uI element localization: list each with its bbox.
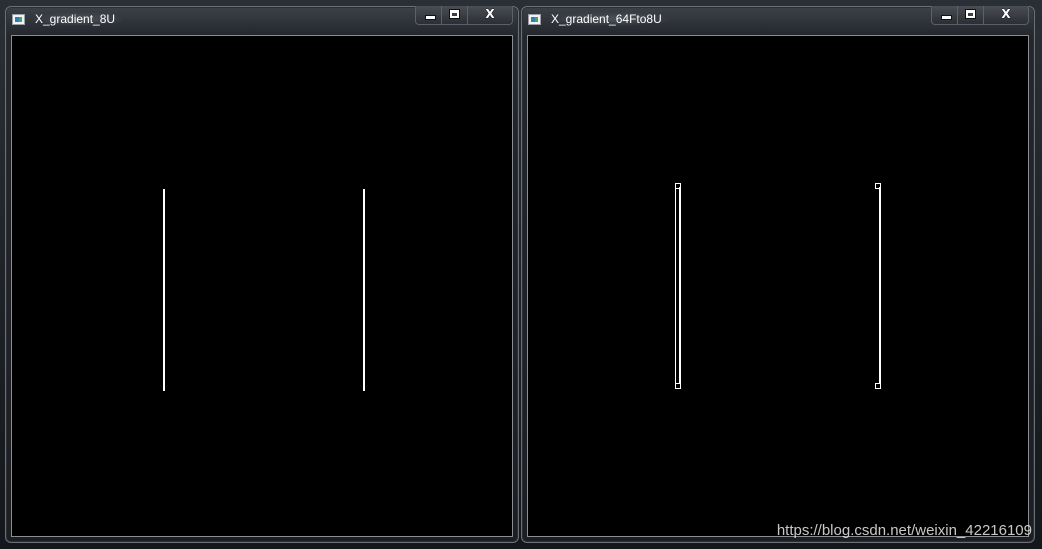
gradient-edge-line	[675, 187, 676, 387]
watermark-text: https://blog.csdn.net/weixin_42216109	[776, 522, 1032, 539]
maximize-icon	[449, 9, 460, 19]
image-window-icon[interactable]	[12, 14, 25, 25]
maximize-button[interactable]	[442, 6, 468, 24]
image-area	[13, 37, 511, 535]
close-icon: X	[1001, 7, 1011, 21]
maximize-icon	[965, 9, 976, 19]
edge-endpoint-marker	[675, 383, 681, 389]
title-bar[interactable]: X_gradient_8U X	[6, 6, 518, 33]
window-title: X_gradient_8U	[33, 12, 124, 26]
desktop: X_gradient_8U X X_gradient_64Fto8U X htt…	[0, 0, 1042, 549]
maximize-button[interactable]	[958, 6, 984, 24]
minimize-button[interactable]	[416, 6, 442, 24]
gradient-edge-line	[363, 189, 365, 391]
close-button[interactable]: X	[984, 6, 1028, 24]
edge-endpoint-marker	[875, 383, 881, 389]
gradient-edge-line	[163, 189, 165, 391]
gradient-edge-line	[879, 187, 881, 387]
image-window-icon[interactable]	[528, 14, 541, 25]
close-icon: X	[485, 7, 495, 21]
window-x-gradient-64fto8u[interactable]: X_gradient_64Fto8U X	[521, 6, 1035, 543]
minimize-icon	[425, 15, 436, 20]
window-title: X_gradient_64Fto8U	[549, 12, 670, 26]
gradient-edge-line	[679, 187, 681, 387]
image-area	[529, 37, 1027, 535]
title-bar[interactable]: X_gradient_64Fto8U X	[522, 6, 1034, 33]
minimize-button[interactable]	[932, 6, 958, 24]
image-canvas[interactable]	[527, 35, 1029, 537]
window-x-gradient-8u[interactable]: X_gradient_8U X	[5, 6, 519, 543]
window-controls: X	[931, 6, 1029, 25]
window-controls: X	[415, 6, 513, 25]
image-canvas[interactable]	[11, 35, 513, 537]
minimize-icon	[941, 15, 952, 20]
close-button[interactable]: X	[468, 6, 512, 24]
